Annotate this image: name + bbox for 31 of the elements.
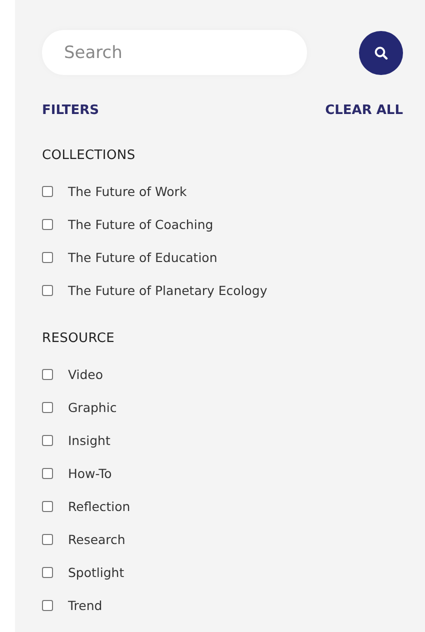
checkbox[interactable] [42, 501, 53, 512]
option-label: The Future of Planetary Ecology [68, 283, 268, 298]
checkbox[interactable] [42, 219, 53, 230]
checkbox[interactable] [42, 567, 53, 578]
group-heading: COLLECTIONS [42, 148, 136, 163]
filters-heading: FILTERS [42, 103, 99, 118]
search-button[interactable] [359, 30, 403, 74]
option-label: The Future of Education [68, 250, 218, 265]
option-label: The Future of Coaching [68, 217, 214, 232]
option-label: Spotlight [68, 565, 124, 580]
option-label: Graphic [68, 400, 117, 415]
search-field[interactable]: Search [42, 30, 307, 75]
checkbox[interactable] [42, 402, 53, 413]
option-label: Insight [68, 433, 110, 448]
clear-all-link[interactable]: CLEAR ALL [325, 103, 403, 118]
checkbox[interactable] [42, 468, 53, 479]
group-heading: RESOURCE [42, 331, 116, 346]
checkbox[interactable] [42, 369, 53, 380]
option-label: The Future of Work [68, 184, 187, 199]
checkbox[interactable] [42, 435, 53, 446]
option-label: Video [68, 367, 104, 382]
checkbox[interactable] [42, 285, 53, 296]
option-label: Trend [68, 598, 102, 613]
checkbox[interactable] [42, 252, 53, 263]
option-label: How-To [68, 466, 112, 481]
checkbox[interactable] [42, 600, 53, 611]
checkbox[interactable] [42, 534, 53, 545]
option-label: Reflection [68, 499, 130, 514]
option-label: Research [68, 532, 126, 547]
checkbox[interactable] [42, 186, 53, 197]
search-icon [374, 46, 388, 60]
